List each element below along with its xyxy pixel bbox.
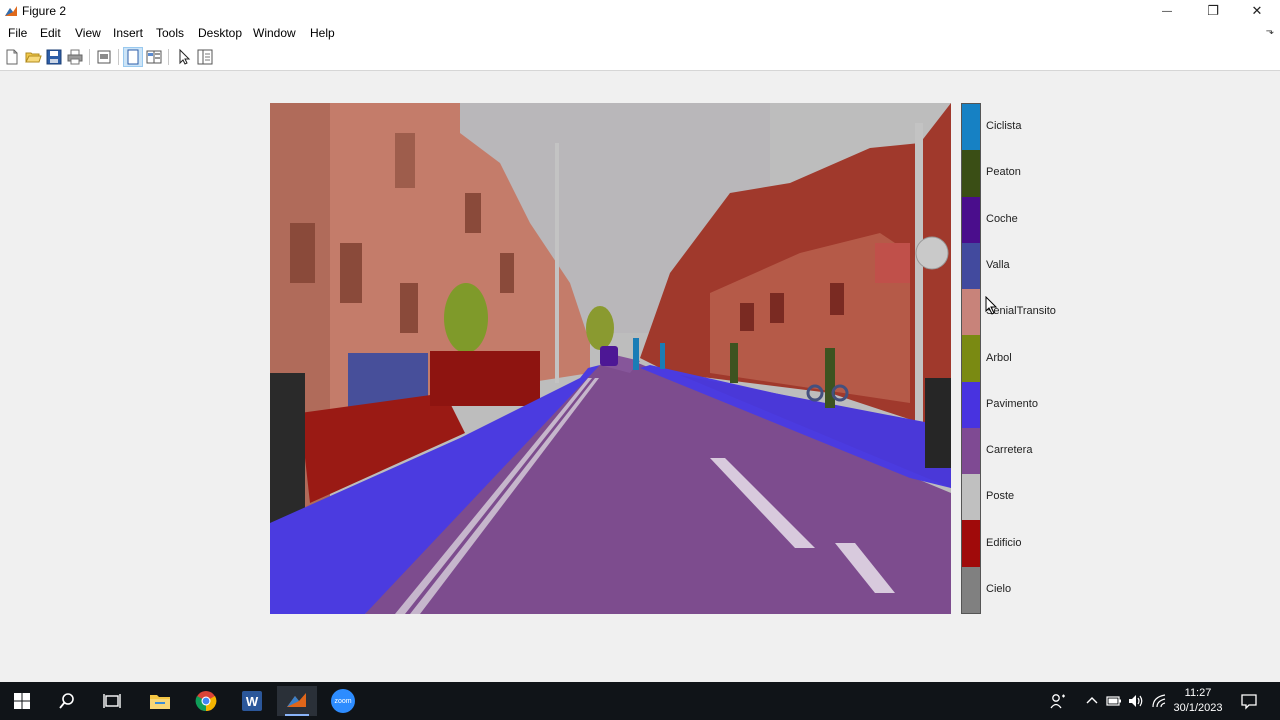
close-button[interactable]: ✕ [1234,0,1280,22]
colorbar-label-poste: Poste [986,490,1015,503]
wifi-icon[interactable] [1151,692,1169,710]
windows-start-icon [14,693,30,709]
figure-toolbar [0,44,1280,71]
chevron-up-icon[interactable] [1083,692,1101,710]
task-view-icon [103,694,121,708]
colorbar-segment-peaton [962,150,980,197]
dock-arrow-icon[interactable]: ⬎ [1266,26,1274,37]
minimize-button[interactable]: — [1144,0,1190,22]
open-icon[interactable] [24,48,42,66]
menu-desktop[interactable]: Desktop [198,26,242,40]
matlab-button[interactable] [277,686,317,716]
colorbar [961,103,981,614]
file-explorer-icon [150,695,170,709]
search-button[interactable] [47,686,87,716]
zoom-button[interactable]: zoom [323,686,363,716]
colorbar-segment-cielo [962,566,980,613]
menu-tools[interactable]: Tools [156,26,184,40]
colorbar-label-arbol: Arbol [986,351,1012,364]
menu-file[interactable]: File [8,26,27,40]
colorbar-label-coche: Coche [986,212,1018,225]
menu-bar: File Edit View Insert Tools Desktop Wind… [0,22,1280,44]
colorbar-segment-arbol [962,335,980,382]
windows-taskbar: W zoom 11:27 30/1/2023 [0,682,1280,720]
colorbar-label-carretera: Carretera [986,444,1033,457]
menu-view[interactable]: View [75,26,101,40]
chrome-button[interactable] [186,686,226,716]
clock-date: 30/1/2023 [1173,702,1223,714]
chrome-icon [195,691,217,712]
matlab-icon [287,693,306,707]
active-app-indicator [285,714,309,716]
save-icon[interactable] [45,48,63,66]
print-preview-icon[interactable] [95,48,113,66]
colorbar-label-edificio: Edificio [986,536,1022,549]
colorbar-segment-pavimento [962,381,980,428]
clock-time: 11:27 [1184,687,1212,699]
start-button[interactable] [2,686,42,716]
window-title-bar: Figure 2 — ❐ ✕ [0,0,1280,22]
colorbar-label-cielo: Cielo [986,582,1012,595]
volume-icon[interactable] [1127,692,1145,710]
restore-button[interactable]: ❐ [1190,0,1236,22]
segmentation-overlay-image [270,103,951,614]
colorbar-segment-ciclista [962,104,980,151]
colorbar-segment-senialtransito [962,289,980,336]
colorbar-segment-poste [962,474,980,521]
colorbar-label-ciclista: Ciclista [986,120,1022,133]
menu-edit[interactable]: Edit [40,26,61,40]
colorbar-segment-edificio [962,520,980,567]
menu-window[interactable]: Window [253,26,296,40]
word-icon-letter: W [245,693,259,709]
colorbar-label-pavimento: Pavimento [986,397,1038,410]
zoom-icon: zoom [331,689,355,713]
colorbar-segment-coche [962,196,980,243]
search-icon [59,693,74,709]
toolbar-separator [89,49,90,65]
notifications-icon[interactable] [1240,692,1258,710]
mouse-cursor-icon [985,296,998,315]
toolbar-separator [118,49,119,65]
word-button[interactable]: W [232,686,272,716]
property-editor-icon[interactable] [145,48,163,66]
word-icon: W [242,691,262,711]
new-figure-icon[interactable] [3,48,21,66]
taskbar-clock[interactable]: 11:27 30/1/2023 [1170,686,1226,716]
close-icon: ✕ [1251,3,1263,18]
task-view-button[interactable] [92,686,132,716]
plot-browser-icon[interactable] [196,48,214,66]
matlab-figure-icon [5,6,17,16]
pointer-icon[interactable] [175,48,193,66]
restore-icon: ❐ [1207,3,1219,18]
zoom-icon-label: zoom [334,697,352,705]
colorbar-segment-valla [962,242,980,290]
colorbar-label-peaton: Peaton [986,166,1021,179]
menu-insert[interactable]: Insert [113,26,143,40]
window-title: Figure 2 [22,4,67,18]
print-icon[interactable] [66,48,84,66]
file-explorer-button[interactable] [140,686,180,716]
colorbar-segment-carretera [962,427,980,475]
minimize-icon: — [1162,5,1172,17]
toolbar-separator [168,49,169,65]
people-icon[interactable] [1049,692,1067,710]
battery-icon[interactable] [1105,692,1123,710]
dock-figure-icon[interactable] [123,47,143,67]
menu-help[interactable]: Help [310,26,335,40]
colorbar-label-valla: Valla [986,258,1010,271]
